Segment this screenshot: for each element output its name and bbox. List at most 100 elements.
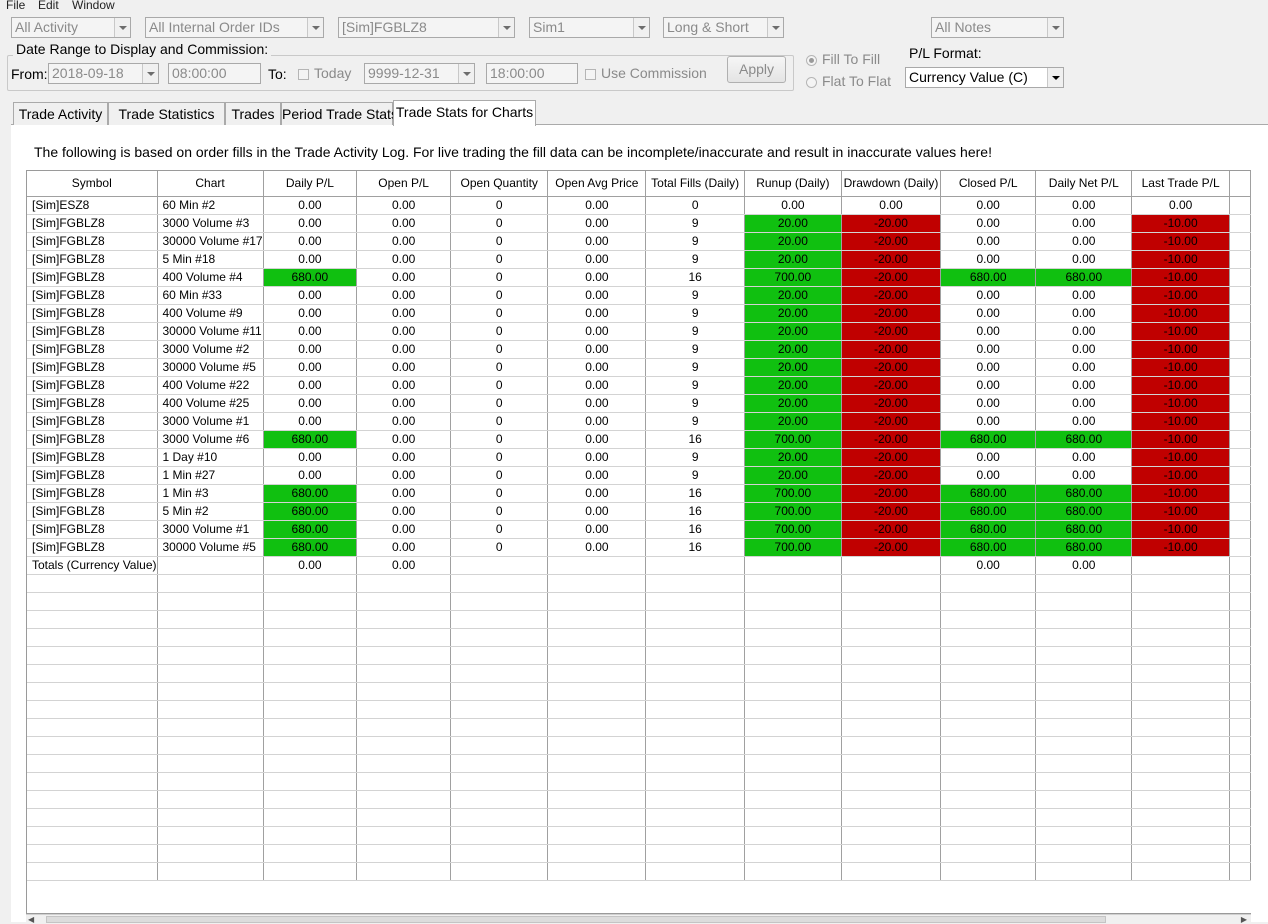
- table-cell-spacer: [1229, 322, 1251, 341]
- table-cell: [450, 844, 549, 863]
- table-cell: [940, 646, 1037, 665]
- table-cell: 700.00: [744, 502, 842, 521]
- to-label: To:: [268, 66, 287, 82]
- activity-filter-select[interactable]: All Activity: [11, 17, 131, 38]
- empty-row[interactable]: [27, 736, 1251, 755]
- column-header[interactable]: Daily Net P/L: [1035, 171, 1133, 197]
- column-header[interactable]: Open P/L: [356, 171, 452, 197]
- apply-button[interactable]: Apply: [727, 56, 786, 83]
- table-row[interactable]: [Sim]FGBLZ8 3000 Volume #1 680.00 0.00 0 0.00…: [27, 520, 1251, 539]
- tab-trade-statistics[interactable]: Trade Statistics: [108, 102, 225, 125]
- column-header[interactable]: Closed P/L: [940, 171, 1037, 197]
- tab-trades[interactable]: Trades: [225, 102, 281, 125]
- table-row[interactable]: [Sim]FGBLZ8 30000 Volume #5 680.00 0.00 0 0.0…: [27, 538, 1251, 557]
- table-cell: 0.00: [1035, 304, 1133, 323]
- column-header[interactable]: Total Fills (Daily): [645, 171, 745, 197]
- use-commission-checkbox[interactable]: Use Commission: [585, 65, 707, 81]
- table-row[interactable]: [Sim]FGBLZ8 3000 Volume #6 680.00 0.00 0 0.00…: [27, 430, 1251, 449]
- side-filter-value: Long & Short: [667, 19, 749, 35]
- table-cell: [547, 718, 647, 737]
- horizontal-scrollbar[interactable]: ◀ ▶: [26, 914, 1251, 924]
- trade-stats-grid[interactable]: Symbol Chart Daily P/L Open P/L Open Quantit…: [26, 170, 1251, 914]
- flat-to-flat-radio[interactable]: Flat To Flat: [806, 73, 891, 89]
- empty-row[interactable]: [27, 682, 1251, 701]
- column-header[interactable]: Runup (Daily): [744, 171, 842, 197]
- column-header[interactable]: Open Quantity: [450, 171, 549, 197]
- notes-filter-select[interactable]: All Notes: [931, 17, 1064, 38]
- empty-row[interactable]: [27, 718, 1251, 737]
- table-cell: [841, 646, 942, 665]
- table-row[interactable]: [Sim]FGBLZ8 30000 Volume #5 0.00 0.00 0 0.00 9…: [27, 358, 1251, 377]
- table-cell: [940, 610, 1037, 629]
- empty-row[interactable]: [27, 592, 1251, 611]
- table-cell: [841, 772, 942, 791]
- totals-row[interactable]: Totals (Currency Value) 0.00 0.00 0.00 0.00: [27, 556, 1251, 575]
- table-cell: [1131, 610, 1230, 629]
- menu-window[interactable]: Window: [72, 0, 115, 11]
- column-header[interactable]: Last Trade P/L: [1131, 171, 1230, 197]
- empty-row[interactable]: [27, 574, 1251, 593]
- table-row[interactable]: [Sim]FGBLZ8 400 Volume #22 0.00 0.00 0 0.00 9 2…: [27, 376, 1251, 395]
- table-row[interactable]: [Sim]FGBLZ8 60 Min #33 0.00 0.00 0 0.00 9 20.00…: [27, 286, 1251, 305]
- empty-row[interactable]: [27, 862, 1251, 881]
- tab-trade-activity[interactable]: Trade Activity: [13, 102, 108, 125]
- table-cell: [Sim]ESZ8: [27, 196, 158, 215]
- fill-to-fill-radio[interactable]: Fill To Fill: [806, 51, 880, 67]
- table-cell: [841, 592, 942, 611]
- empty-row[interactable]: [27, 772, 1251, 791]
- table-row[interactable]: [Sim]FGBLZ8 1 Min #3 680.00 0.00 0 0.00 16 700.…: [27, 484, 1251, 503]
- table-row[interactable]: [Sim]FGBLZ8 3000 Volume #2 0.00 0.00 0 0.00 9 2…: [27, 340, 1251, 359]
- use-commission-label: Use Commission: [601, 65, 707, 81]
- table-row[interactable]: [Sim]FGBLZ8 30000 Volume #17 0.00 0.00 0 0.00…: [27, 232, 1251, 251]
- account-filter-select[interactable]: Sim1: [529, 17, 650, 38]
- empty-row[interactable]: [27, 646, 1251, 665]
- table-cell: 0.00: [356, 520, 452, 539]
- empty-row[interactable]: [27, 844, 1251, 863]
- table-row[interactable]: [Sim]FGBLZ8 1 Min #27 0.00 0.00 0 0.00 9 20.00-…: [27, 466, 1251, 485]
- empty-row[interactable]: [27, 808, 1251, 827]
- table-cell: [645, 808, 745, 827]
- table-cell: 680.00: [1035, 538, 1133, 557]
- column-header[interactable]: Symbol: [27, 171, 158, 197]
- menu-file[interactable]: File: [6, 0, 25, 11]
- table-cell: [940, 700, 1037, 719]
- table-row[interactable]: [Sim]FGBLZ8 5 Min #2 680.00 0.00 0 0.00 16 700.…: [27, 502, 1251, 521]
- to-date-picker[interactable]: 9999-12-31: [364, 63, 475, 84]
- table-row[interactable]: [Sim]FGBLZ8 3000 Volume #3 0.00 0.00 0 0.00 9 2…: [27, 214, 1251, 233]
- table-row[interactable]: [Sim]FGBLZ8 400 Volume #25 0.00 0.00 0 0.00 9 2…: [27, 394, 1251, 413]
- empty-row[interactable]: [27, 790, 1251, 809]
- table-row[interactable]: [Sim]FGBLZ8 400 Volume #4 680.00 0.00 0 0.00 1…: [27, 268, 1251, 287]
- table-row[interactable]: [Sim]FGBLZ8 400 Volume #9 0.00 0.00 0 0.00 9 20…: [27, 304, 1251, 323]
- empty-row[interactable]: [27, 700, 1251, 719]
- to-time-input[interactable]: 18:00:00: [486, 63, 578, 84]
- scroll-right-icon[interactable]: ▶: [1241, 915, 1247, 924]
- table-row[interactable]: [Sim]FGBLZ8 30000 Volume #11 0.00 0.00 0 0.00…: [27, 322, 1251, 341]
- table-row[interactable]: [Sim]FGBLZ8 5 Min #18 0.00 0.00 0 0.00 9 20.00-…: [27, 250, 1251, 269]
- empty-row[interactable]: [27, 664, 1251, 683]
- table-cell: 0: [450, 376, 549, 395]
- empty-row[interactable]: [27, 826, 1251, 845]
- order-id-filter-select[interactable]: All Internal Order IDs: [145, 17, 324, 38]
- today-checkbox[interactable]: Today: [298, 65, 351, 81]
- table-cell: [547, 682, 647, 701]
- side-filter-select[interactable]: Long & Short: [663, 17, 784, 38]
- table-cell: -20.00: [841, 286, 942, 305]
- empty-row[interactable]: [27, 754, 1251, 773]
- empty-row[interactable]: [27, 628, 1251, 647]
- menu-edit[interactable]: Edit: [38, 0, 59, 11]
- tab-trade-stats-for-charts[interactable]: Trade Stats for Charts: [393, 100, 536, 126]
- column-header[interactable]: Daily P/L: [263, 171, 358, 197]
- table-row[interactable]: [Sim]FGBLZ8 1 Day #10 0.00 0.00 0 0.00 9 20.00-…: [27, 448, 1251, 467]
- column-header[interactable]: Drawdown (Daily): [841, 171, 942, 197]
- scroll-left-icon[interactable]: ◀: [28, 915, 34, 924]
- table-row[interactable]: [Sim]ESZ8 60 Min #2 0.00 0.00 0 0.00 0 0.00 0.00…: [27, 196, 1251, 215]
- column-header[interactable]: Chart: [157, 171, 264, 197]
- table-row[interactable]: [Sim]FGBLZ8 3000 Volume #1 0.00 0.00 0 0.00 9 2…: [27, 412, 1251, 431]
- tab-period-trade-stats[interactable]: Period Trade Stats: [281, 102, 398, 125]
- empty-row[interactable]: [27, 610, 1251, 629]
- from-time-input[interactable]: 08:00:00: [168, 63, 261, 84]
- symbol-filter-select[interactable]: [Sim]FGBLZ8: [338, 17, 515, 38]
- from-date-picker[interactable]: 2018-09-18: [48, 63, 159, 84]
- pl-format-select[interactable]: Currency Value (C): [905, 67, 1064, 88]
- column-header[interactable]: Open Avg Price: [547, 171, 647, 197]
